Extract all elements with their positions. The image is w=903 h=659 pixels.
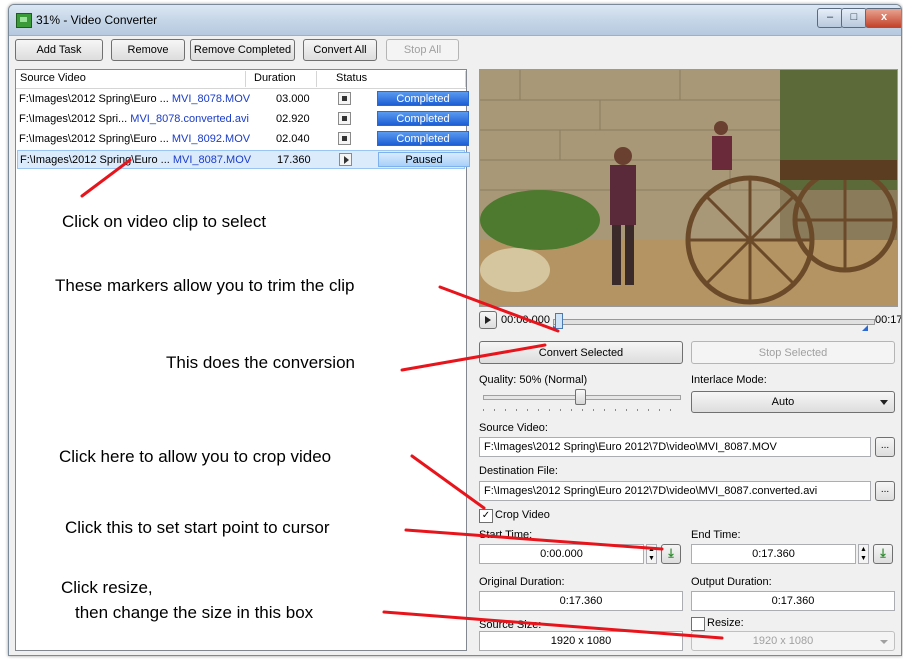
end-time-label: End Time: xyxy=(691,529,741,541)
minimize-button[interactable]: – xyxy=(817,8,843,28)
resize-checkbox[interactable] xyxy=(691,617,705,631)
output-duration-field: 0:17.360 xyxy=(691,591,895,611)
annotation-markers: These markers allow you to trim the clip xyxy=(55,276,355,295)
stop-icon[interactable] xyxy=(338,92,351,105)
output-duration-label: Output Duration: xyxy=(691,576,772,588)
browse-destination-button[interactable]: ... xyxy=(875,481,895,501)
source-size-label: Source Size: xyxy=(479,619,542,631)
header-source-video[interactable]: Source Video xyxy=(20,72,86,84)
close-button[interactable]: x xyxy=(865,8,901,28)
crop-video-label: Crop Video xyxy=(495,509,550,521)
interlace-value: Auto xyxy=(771,396,795,408)
annotation-resize-line1: Click resize, xyxy=(61,578,153,597)
source-video-field[interactable]: F:\Images\2012 Spring\Euro 2012\7D\video… xyxy=(479,437,871,457)
chevron-down-icon xyxy=(880,640,888,644)
start-time-field[interactable]: 0:00.000 xyxy=(479,544,644,564)
end-time-field[interactable]: 0:17.360 xyxy=(691,544,856,564)
maximize-button[interactable]: □ xyxy=(841,8,867,28)
start-time-label: Start Time: xyxy=(479,529,533,541)
source-size-field: 1920 x 1080 xyxy=(479,631,683,651)
annotation-resize-line2: then change the size in this box xyxy=(75,603,314,622)
remove-button[interactable]: Remove xyxy=(111,39,185,61)
quality-slider-thumb[interactable] xyxy=(575,389,586,405)
resize-dropdown[interactable]: 1920 x 1080 xyxy=(691,631,895,651)
play-icon xyxy=(485,316,491,324)
browse-source-button[interactable]: ... xyxy=(875,437,895,457)
stop-selected-button[interactable]: Stop Selected xyxy=(691,341,895,364)
status-progress: Paused xyxy=(378,152,470,167)
row-file: MVI_8078.MOV xyxy=(171,93,251,105)
annotation-crop: Click here to allow you to crop video xyxy=(59,447,332,466)
status-progress: Completed xyxy=(377,91,469,106)
app-icon xyxy=(16,13,32,28)
row-file: MVI_8078.converted.avi xyxy=(130,113,249,125)
row-path: F:\Images\2012 Spri... MVI_8078.converte… xyxy=(19,113,249,125)
header-divider[interactable] xyxy=(316,71,317,87)
interlace-mode-dropdown[interactable]: Auto xyxy=(691,391,895,413)
start-marker-triangle[interactable] xyxy=(553,325,558,330)
add-task-button[interactable]: Add Task xyxy=(15,39,103,61)
table-row[interactable]: F:\Images\2012 Spring\Euro ... MVI_8078.… xyxy=(17,90,469,109)
video-preview xyxy=(479,69,898,307)
remove-completed-button[interactable]: Remove Completed xyxy=(190,39,295,61)
row-duration: 02.040 xyxy=(276,133,310,145)
row-file: MVI_8087.MOV xyxy=(172,154,252,166)
row-file: MVI_8092.MOV xyxy=(171,133,251,145)
convert-all-button[interactable]: Convert All xyxy=(303,39,377,61)
convert-selected-button[interactable]: Convert Selected xyxy=(479,341,683,364)
quality-ticks xyxy=(483,409,679,411)
row-path: F:\Images\2012 Spring\Euro ... MVI_8078.… xyxy=(19,93,251,105)
set-end-cursor-icon[interactable]: ⤓ xyxy=(873,544,893,564)
source-video-label: Source Video: xyxy=(479,422,548,434)
play-button[interactable] xyxy=(479,311,497,329)
trim-track[interactable] xyxy=(553,319,875,325)
destination-file-field[interactable]: F:\Images\2012 Spring\Euro 2012\7D\video… xyxy=(479,481,871,501)
header-divider[interactable] xyxy=(465,71,466,87)
destination-label: Destination File: xyxy=(479,465,558,477)
title-bar: 31% - Video Converter – □ x xyxy=(9,5,901,36)
annotation-start-point: Click this to set start point to cursor xyxy=(65,518,330,537)
row-duration: 17.360 xyxy=(277,154,311,166)
set-start-cursor-icon[interactable]: ⤓ xyxy=(661,544,681,564)
quality-label: Quality: 50% (Normal) xyxy=(479,374,588,386)
window-title: 31% - Video Converter xyxy=(36,13,158,27)
header-duration[interactable]: Duration xyxy=(254,72,296,84)
resize-label: Resize: xyxy=(707,617,744,629)
row-path: F:\Images\2012 Spring\Euro ... MVI_8092.… xyxy=(19,133,251,145)
crop-video-checkbox[interactable]: ✓ xyxy=(479,509,493,523)
original-duration-label: Original Duration: xyxy=(479,576,565,588)
stop-icon[interactable] xyxy=(338,112,351,125)
chevron-down-icon xyxy=(880,400,888,405)
settings-panel: 00:00.000 00:17 Convert Selected Stop Se… xyxy=(475,69,901,651)
resize-value: 1920 x 1080 xyxy=(752,635,814,647)
stop-icon[interactable] xyxy=(338,132,351,145)
interlace-label: Interlace Mode: xyxy=(691,374,767,386)
row-path: F:\Images\2012 Spring\Euro ... MVI_8087.… xyxy=(20,154,252,166)
play-icon[interactable] xyxy=(339,153,352,166)
list-header: Source Video Duration Status xyxy=(16,70,466,89)
end-time-label: 00:17 xyxy=(875,314,902,326)
table-row[interactable]: F:\Images\2012 Spri... MVI_8078.converte… xyxy=(17,110,469,129)
table-row-selected[interactable]: F:\Images\2012 Spring\Euro ... MVI_8087.… xyxy=(17,150,470,169)
annotation-conversion: This does the conversion xyxy=(166,353,355,372)
header-status[interactable]: Status xyxy=(336,72,367,84)
current-time: 00:00.000 xyxy=(501,314,550,326)
seek-bar: 00:00.000 00:17 xyxy=(479,311,901,331)
end-marker-triangle[interactable] xyxy=(862,325,868,331)
video-frame-image xyxy=(480,70,897,306)
start-time-spinner[interactable]: ▲ ▼ xyxy=(646,544,657,564)
stop-all-button[interactable]: Stop All xyxy=(386,39,459,61)
row-duration: 03.000 xyxy=(276,93,310,105)
row-duration: 02.920 xyxy=(276,113,310,125)
status-progress: Completed xyxy=(377,111,469,126)
status-progress: Completed xyxy=(377,131,469,146)
table-row[interactable]: F:\Images\2012 Spring\Euro ... MVI_8092.… xyxy=(17,130,469,149)
original-duration-field: 0:17.360 xyxy=(479,591,683,611)
app-window: 31% - Video Converter – □ x Add Task Rem… xyxy=(8,4,902,656)
end-time-spinner[interactable]: ▲ ▼ xyxy=(858,544,869,564)
header-divider[interactable] xyxy=(245,71,246,87)
annotation-select-clip: Click on video clip to select xyxy=(62,212,267,231)
